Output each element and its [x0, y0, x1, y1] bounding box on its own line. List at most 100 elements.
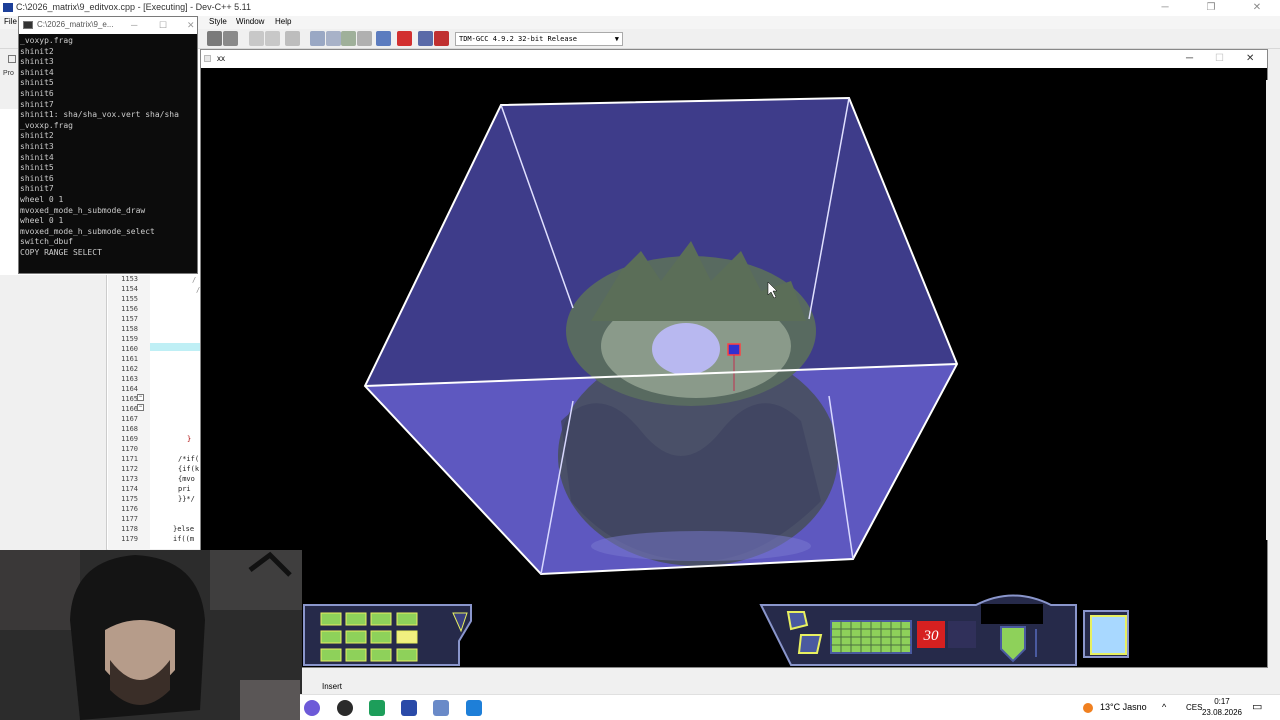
hud-counter-value: 30: [923, 628, 940, 644]
weather-text[interactable]: 13°C Jasno: [1100, 695, 1147, 720]
toolbar-print-icon[interactable]: [223, 31, 238, 46]
toolbar-layout-icon[interactable]: [357, 31, 372, 46]
palette-cell[interactable]: [396, 648, 418, 662]
code-brace: }: [187, 435, 192, 443]
line-number: 1169: [121, 435, 138, 443]
weather-icon[interactable]: [1083, 695, 1095, 720]
taskbar-terminal-icon[interactable]: [369, 700, 385, 716]
line-number: 1154: [121, 285, 138, 293]
language-indicator[interactable]: CES: [1186, 695, 1202, 720]
voxel-scene[interactable]: 30: [201, 68, 1267, 667]
console-line: shinit2: [20, 131, 54, 141]
line-number: 1158: [121, 325, 138, 333]
windows-taskbar: 13°C Jasno ^ CES 0:17 23.08.2026 ▭: [300, 694, 1280, 720]
console-icon: [23, 21, 33, 29]
palette-cell-selected[interactable]: [396, 630, 418, 644]
close-icon[interactable]: ✕: [1234, 0, 1280, 16]
project-panel-icon[interactable]: [8, 55, 16, 63]
fold-toggle-1165[interactable]: −: [137, 394, 144, 401]
menu-style[interactable]: Style: [209, 17, 227, 26]
line-number: 1166: [121, 405, 138, 413]
minimize-icon[interactable]: ─: [1142, 0, 1188, 16]
line-number: 1165: [121, 395, 138, 403]
code-line-1174: pri: [178, 485, 191, 493]
palette-cell[interactable]: [370, 630, 392, 644]
menu-help[interactable]: Help: [275, 17, 291, 26]
taskbar-explorer-icon[interactable]: [433, 700, 449, 716]
palette-cell[interactable]: [345, 648, 367, 662]
menu-file[interactable]: File: [4, 17, 17, 26]
console-line: _voxyp.frag: [20, 36, 73, 45]
console-close-icon[interactable]: ✕: [187, 17, 195, 33]
palette-cell[interactable]: [320, 648, 342, 662]
line-number: 1167: [121, 415, 138, 423]
project-tab-label[interactable]: Pro: [3, 70, 14, 77]
code-line-1171: /*if(: [178, 455, 200, 463]
palette-cell[interactable]: [320, 630, 342, 644]
toolbar-undo-icon[interactable]: [249, 31, 264, 46]
taskbar-devcpp-icon[interactable]: [401, 700, 417, 716]
palette-cell[interactable]: [345, 630, 367, 644]
palette-cell[interactable]: [345, 612, 367, 626]
console-line: wheel 0 1: [20, 216, 64, 226]
taskbar-window-icon[interactable]: [466, 700, 482, 716]
hud-tool-icon-b[interactable]: [797, 634, 823, 654]
toolbar-grid-icon[interactable]: [341, 31, 356, 46]
hud-current-color-swatch[interactable]: [1090, 615, 1127, 655]
render-close-icon[interactable]: ✕: [1246, 50, 1254, 67]
menu-window[interactable]: Window: [236, 17, 264, 26]
devcpp-app-icon: [3, 3, 13, 12]
line-number: 1179: [121, 535, 138, 543]
toolbar-save-icon[interactable]: [207, 31, 222, 46]
toolbar-stop-icon[interactable]: [397, 31, 412, 46]
palette-cell[interactable]: [370, 612, 392, 626]
toolbar-chart-icon[interactable]: [418, 31, 433, 46]
console-maximize-icon[interactable]: ☐: [159, 17, 167, 33]
toolbar-find-icon[interactable]: [285, 31, 300, 46]
line-number: 1163: [121, 375, 138, 383]
taskbar-clock[interactable]: 0:17 23.08.2026: [1202, 696, 1242, 718]
voxel-light-spot: [652, 323, 720, 375]
toolbar-debug-icon[interactable]: [434, 31, 449, 46]
code-line-1172: {if(k: [178, 465, 200, 473]
line-number: 1157: [121, 315, 138, 323]
code-line-1179: if((m: [173, 535, 195, 543]
render-window-title-bar: xx ─ ☐ ✕: [201, 50, 1267, 68]
console-line: shinit4: [20, 67, 54, 77]
console-line: shinit4: [20, 152, 54, 162]
render-maximize-icon[interactable]: ☐: [1215, 50, 1224, 67]
restore-icon[interactable]: ❐: [1188, 0, 1234, 16]
console-minimize-icon[interactable]: ─: [131, 17, 137, 33]
line-number: 1172: [121, 465, 138, 473]
console-output[interactable]: _voxyp.frag shinit2 shinit3 shinit4 shinit5 s…: [20, 35, 196, 273]
palette-cell[interactable]: [370, 648, 392, 662]
palette-cell[interactable]: [396, 612, 418, 626]
toolbar-check-icon[interactable]: [376, 31, 391, 46]
console-line: shinit7: [20, 99, 54, 109]
toolbar-redo-icon[interactable]: [265, 31, 280, 46]
line-number: 1164: [121, 385, 138, 393]
toolbar-new-project-icon[interactable]: [310, 31, 325, 46]
hud-tool-icon-a[interactable]: [786, 611, 809, 631]
taskbar-obs-icon[interactable]: [337, 700, 353, 716]
render-window-title: xx: [217, 54, 225, 63]
console-line: shinit5: [20, 78, 54, 88]
console-line: shinit3: [20, 141, 54, 151]
palette-cell[interactable]: [320, 612, 342, 626]
line-number: 1176: [121, 505, 138, 513]
line-number: 1156: [121, 305, 138, 313]
fold-toggle-1166[interactable]: −: [137, 404, 144, 411]
render-viewport[interactable]: 30: [201, 68, 1267, 667]
compiler-select[interactable]: TDM-GCC 4.9.2 32-bit Release ▼: [455, 32, 623, 46]
console-line: mvoxed_mode_h_submode_select: [20, 226, 155, 236]
editor-scrollbar[interactable]: [1266, 80, 1276, 540]
tray-chevron-up-icon[interactable]: ^: [1162, 695, 1166, 720]
toolbar-open-project-icon[interactable]: [326, 31, 341, 46]
taskbar-app-icon[interactable]: [304, 700, 320, 716]
webcam-overlay: [0, 550, 302, 720]
render-minimize-icon[interactable]: ─: [1186, 50, 1193, 67]
chevron-down-icon: ▼: [614, 35, 619, 43]
hud-slot-empty[interactable]: [948, 621, 976, 648]
notification-icon[interactable]: ▭: [1252, 695, 1262, 720]
project-panel-tabs[interactable]: Pro: [0, 49, 18, 109]
